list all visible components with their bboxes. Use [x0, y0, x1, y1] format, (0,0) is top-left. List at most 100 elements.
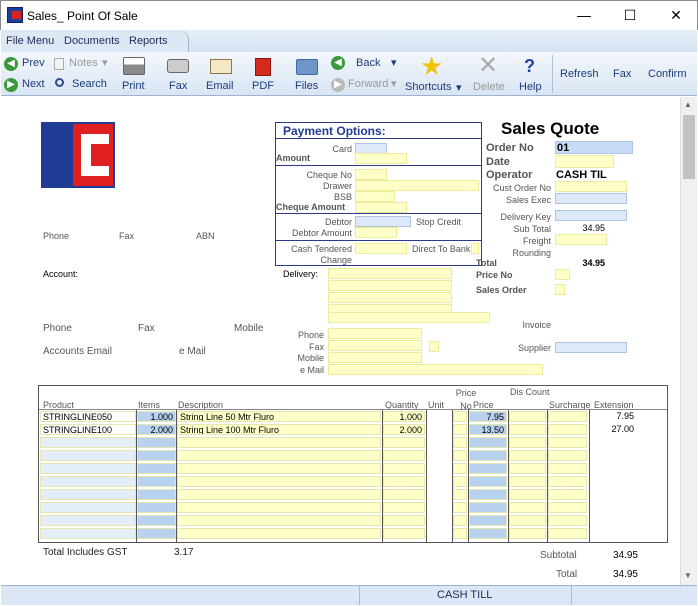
grid-cell-priceno[interactable]: [453, 515, 467, 526]
search-button[interactable]: Search: [54, 77, 110, 93]
grid-cell-product[interactable]: [40, 489, 136, 500]
price-no-field[interactable]: [555, 269, 570, 280]
next-button[interactable]: ▶ Next: [4, 77, 48, 93]
debtor-field[interactable]: [355, 216, 411, 227]
grid-cell-surcharge[interactable]: [548, 489, 587, 500]
grid-cell-price[interactable]: [469, 476, 507, 487]
grid-cell-quantity[interactable]: [383, 450, 425, 461]
cash-tendered-field[interactable]: [355, 243, 407, 254]
grid-cell-quantity[interactable]: [383, 528, 425, 539]
scroll-thumb[interactable]: [683, 115, 695, 179]
grid-cell-surcharge[interactable]: [548, 437, 587, 448]
maximize-icon[interactable]: ☐: [607, 1, 653, 31]
grid-cell-priceno[interactable]: [453, 476, 467, 487]
scroll-up-icon[interactable]: ▲: [684, 100, 692, 109]
grid-cell-priceno[interactable]: [453, 489, 467, 500]
grid-cell-surcharge[interactable]: [548, 411, 587, 422]
confirm-button[interactable]: Confirm: [648, 68, 687, 80]
grid-cell-items[interactable]: [137, 463, 176, 474]
grid-cell-items[interactable]: [137, 450, 176, 461]
back-button[interactable]: ◀ Back ▾: [331, 56, 401, 72]
grid-cell-price[interactable]: [469, 463, 507, 474]
shortcuts-button[interactable]: ★ Shortcuts ▾: [404, 53, 466, 95]
print-button[interactable]: Print: [120, 55, 148, 95]
amount-field[interactable]: [355, 153, 407, 164]
delivery-line-2[interactable]: [328, 280, 452, 291]
grid-cell-price[interactable]: [469, 437, 507, 448]
grid-cell-product[interactable]: STRINGLINE100: [40, 424, 136, 435]
prev-button[interactable]: ◀ Prev: [4, 56, 48, 72]
grid-cell-description[interactable]: [177, 476, 381, 487]
delivery-line-3[interactable]: [328, 292, 452, 303]
grid-cell-quantity[interactable]: 2.000: [383, 424, 425, 435]
grid-cell-items[interactable]: [137, 528, 176, 539]
grid-cell-description[interactable]: String Line 50 Mtr Fluro: [177, 411, 381, 422]
grid-cell-description[interactable]: [177, 515, 381, 526]
cheque-amount-field[interactable]: [355, 202, 407, 213]
notes-button[interactable]: Notes ▾: [54, 56, 112, 72]
grid-cell-description[interactable]: [177, 528, 381, 539]
debtor-amount-field[interactable]: [355, 227, 397, 238]
minimize-icon[interactable]: —: [561, 1, 607, 31]
grid-cell-items[interactable]: 1.000: [137, 411, 176, 422]
grid-cell-price[interactable]: [469, 528, 507, 539]
grid-cell-surcharge[interactable]: [548, 450, 587, 461]
close-icon[interactable]: ✕: [653, 1, 698, 31]
grid-cell-disc[interactable]: [509, 424, 546, 435]
grid-cell-items[interactable]: [137, 515, 176, 526]
grid-cell-items[interactable]: 2.000: [137, 424, 176, 435]
delivery-phone-field[interactable]: [328, 328, 422, 339]
grid-cell-quantity[interactable]: [383, 515, 425, 526]
grid-cell-priceno[interactable]: [453, 450, 467, 461]
delivery-email-field[interactable]: [328, 364, 543, 375]
grid-cell-disc[interactable]: [509, 502, 546, 513]
grid-cell-priceno[interactable]: [453, 502, 467, 513]
grid-cell-product[interactable]: [40, 515, 136, 526]
delivery-checkbox[interactable]: [429, 341, 439, 352]
sales-order-checkbox[interactable]: [555, 284, 565, 295]
delivery-key-field[interactable]: [555, 210, 627, 221]
grid-cell-disc[interactable]: [509, 411, 546, 422]
files-button[interactable]: Files: [294, 55, 320, 95]
delivery-fax-field[interactable]: [328, 340, 422, 351]
supplier-field[interactable]: [555, 342, 627, 353]
fax-button-right[interactable]: Fax: [613, 68, 631, 80]
fax-button[interactable]: Fax: [165, 55, 191, 95]
grid-cell-surcharge[interactable]: [548, 502, 587, 513]
grid-cell-price[interactable]: [469, 450, 507, 461]
grid-cell-product[interactable]: STRINGLINE050: [40, 411, 136, 422]
help-button[interactable]: ? Help: [518, 55, 544, 95]
drawer-field[interactable]: [355, 180, 479, 191]
grid-cell-quantity[interactable]: [383, 463, 425, 474]
grid-cell-quantity[interactable]: [383, 489, 425, 500]
grid-cell-items[interactable]: [137, 437, 176, 448]
grid-cell-quantity[interactable]: [383, 437, 425, 448]
grid-cell-priceno[interactable]: [453, 411, 467, 422]
grid-cell-description[interactable]: [177, 463, 381, 474]
grid-cell-disc[interactable]: [509, 515, 546, 526]
grid-cell-priceno[interactable]: [453, 463, 467, 474]
menu-file[interactable]: File Menu: [6, 35, 54, 47]
cust-order-no-field[interactable]: [555, 181, 627, 192]
grid-cell-description[interactable]: [177, 450, 381, 461]
vertical-scrollbar[interactable]: ▲ ▼: [680, 97, 697, 585]
grid-cell-items[interactable]: [137, 476, 176, 487]
grid-cell-surcharge[interactable]: [548, 515, 587, 526]
refresh-button[interactable]: Refresh: [560, 68, 599, 80]
grid-cell-disc[interactable]: [509, 450, 546, 461]
grid-cell-surcharge[interactable]: [548, 528, 587, 539]
menu-documents[interactable]: Documents: [64, 35, 120, 47]
bsb-field[interactable]: [355, 191, 395, 202]
grid-cell-quantity[interactable]: 1.000: [383, 411, 425, 422]
grid-cell-product[interactable]: [40, 450, 136, 461]
grid-cell-disc[interactable]: [509, 489, 546, 500]
delete-button[interactable]: ✕ Delete: [472, 53, 505, 95]
grid-cell-surcharge[interactable]: [548, 476, 587, 487]
sales-exec-field[interactable]: [555, 193, 627, 204]
grid-cell-description[interactable]: [177, 437, 381, 448]
delivery-line-5[interactable]: [328, 312, 490, 323]
menu-reports[interactable]: Reports: [129, 35, 168, 47]
grid-cell-items[interactable]: [137, 489, 176, 500]
grid-cell-priceno[interactable]: [453, 437, 467, 448]
grid-cell-items[interactable]: [137, 502, 176, 513]
